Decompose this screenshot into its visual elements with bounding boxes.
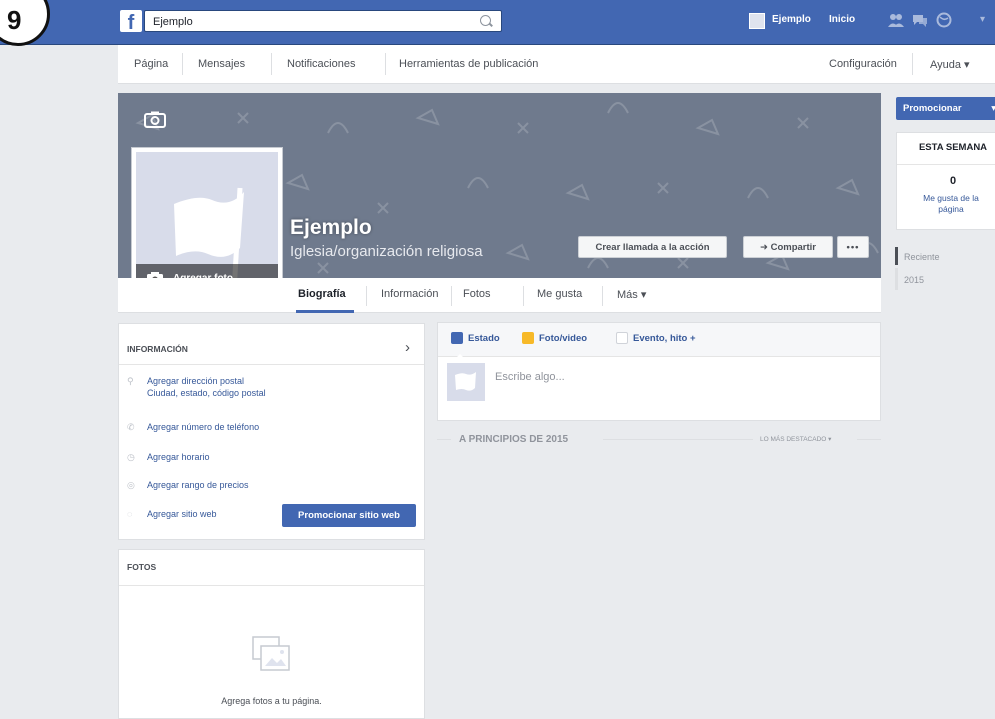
add-price-range-link[interactable]: Agregar rango de precios <box>147 480 249 490</box>
profile-picture-placeholder: Agregar foto <box>136 152 278 294</box>
promote-button[interactable]: Promocionar ▾ <box>896 97 995 120</box>
nav-divider <box>912 53 913 75</box>
composer-tab-photo-label: Foto/video <box>539 333 588 344</box>
nav-notifications[interactable]: Notificaciones <box>287 58 355 70</box>
add-phone-link[interactable]: Agregar número de teléfono <box>147 422 259 432</box>
clock-icon: ◷ <box>127 452 135 462</box>
photo-icon <box>522 332 534 344</box>
highlights-dropdown[interactable]: LO MÁS DESTACADO ▾ <box>760 435 831 443</box>
this-week-card: ESTA SEMANA 0 Me gusta de la página <box>896 132 995 230</box>
photos-card-title: FOTOS <box>127 562 157 572</box>
tab-photos[interactable]: Fotos <box>463 288 491 300</box>
nav-divider <box>182 53 183 75</box>
composer-tab-event[interactable]: Evento, hito + <box>616 332 696 344</box>
more-options-button[interactable]: ••• <box>837 236 869 258</box>
share-button[interactable]: ➜ Compartir <box>743 236 833 258</box>
nav-help[interactable]: Ayuda ▾ <box>930 58 970 71</box>
composer-tab-photo-video[interactable]: Foto/video <box>522 332 588 344</box>
tab-divider <box>523 286 524 306</box>
profile-picture[interactable]: Agregar foto <box>131 147 283 299</box>
post-composer: Estado Foto/video Evento, hito + Escribe… <box>437 322 881 421</box>
timeline-nav-marker <box>895 268 898 290</box>
divider <box>119 585 424 586</box>
photos-empty-icon <box>252 636 290 671</box>
facebook-logo-icon[interactable]: f <box>120 10 142 34</box>
tab-likes[interactable]: Me gusta <box>537 288 582 300</box>
cover-camera-icon[interactable] <box>144 111 166 128</box>
add-address-link[interactable]: Agregar dirección postal <box>147 376 244 386</box>
timeline-nav-year[interactable]: 2015 <box>904 275 924 285</box>
this-week-title: ESTA SEMANA <box>918 142 988 153</box>
search-box[interactable] <box>144 10 502 32</box>
promote-website-button[interactable]: Promocionar sitio web <box>282 504 416 527</box>
tab-timeline[interactable]: Biografía <box>298 288 346 300</box>
page-name[interactable]: Ejemplo <box>290 216 372 240</box>
step-number: 9 <box>7 5 22 35</box>
flag-icon <box>455 372 476 391</box>
home-link[interactable]: Inicio <box>829 14 855 25</box>
user-name-link[interactable]: Ejemplo <box>772 14 811 25</box>
tab-about[interactable]: Información <box>381 288 438 300</box>
divider <box>857 439 881 440</box>
nav-settings[interactable]: Configuración <box>829 58 897 70</box>
location-pin-icon: ⚲ <box>127 376 134 386</box>
active-tab-indicator <box>296 310 354 313</box>
composer-input[interactable]: Escribe algo... <box>495 371 565 383</box>
timeline-nav-recent[interactable]: Reciente <box>904 252 940 262</box>
price-icon: ◎ <box>127 480 135 490</box>
composer-tab-status-label: Estado <box>468 333 500 344</box>
nav-publishing-tools[interactable]: Herramientas de publicación <box>399 58 538 70</box>
photos-card: FOTOS Agrega fotos a tu página. <box>118 549 425 719</box>
create-call-to-action-button[interactable]: Crear llamada a la acción <box>578 236 727 258</box>
address-hint[interactable]: Ciudad, estado, código postal <box>147 388 266 398</box>
divider <box>603 439 753 440</box>
page-admin-nav: Página Mensajes Notificaciones Herramien… <box>118 45 995 84</box>
add-photos-hint[interactable]: Agrega fotos a tu página. <box>119 696 424 706</box>
composer-tab-event-label: Evento, hito + <box>633 333 696 344</box>
phone-icon: ✆ <box>127 422 135 432</box>
chevron-down-icon: ▾ <box>991 103 995 114</box>
active-tab-caret <box>454 354 466 360</box>
nav-page[interactable]: Página <box>134 58 168 70</box>
nav-divider <box>271 53 272 75</box>
tab-more[interactable]: Más ▾ <box>617 288 646 301</box>
tab-divider <box>366 286 367 306</box>
about-card-header[interactable]: INFORMACIÓN › <box>119 324 424 365</box>
composer-tab-status[interactable]: Estado <box>451 332 500 344</box>
nav-messages[interactable]: Mensajes <box>198 58 245 70</box>
chevron-right-icon[interactable]: › <box>405 339 410 356</box>
globe-icon: ◌ <box>127 509 133 519</box>
messages-icon[interactable] <box>911 12 929 28</box>
friends-icon[interactable] <box>887 12 905 28</box>
page-category[interactable]: Iglesia/organización religiosa <box>290 243 483 260</box>
divider <box>437 439 451 440</box>
nav-divider <box>385 53 386 75</box>
search-icon[interactable] <box>480 15 491 26</box>
add-hours-link[interactable]: Agregar horario <box>147 452 210 462</box>
search-input[interactable] <box>151 13 455 31</box>
pencil-icon <box>451 332 463 344</box>
page-likes-link[interactable]: Me gusta de la página <box>911 193 991 215</box>
about-card-title: INFORMACIÓN <box>127 344 188 354</box>
promote-button-label: Promocionar <box>903 103 962 114</box>
add-website-link[interactable]: Agregar sitio web <box>147 509 217 519</box>
timeline-section-heading: A PRINCIPIOS DE 2015 <box>459 434 569 445</box>
composer-avatar <box>447 363 485 401</box>
tab-divider <box>451 286 452 306</box>
page-likes-count: 0 <box>949 175 957 187</box>
tab-divider <box>602 286 603 306</box>
calendar-icon <box>616 332 628 344</box>
timeline-nav-marker <box>895 247 898 265</box>
divider <box>897 164 995 165</box>
timeline-tab-bar: Biografía Información Fotos Me gusta Más… <box>118 278 881 313</box>
composer-tabs: Estado Foto/video Evento, hito + <box>438 323 880 360</box>
about-info-card: INFORMACIÓN › ⚲ Agregar dirección postal… <box>118 323 425 540</box>
user-avatar[interactable] <box>749 13 765 29</box>
notifications-globe-icon[interactable] <box>935 12 953 28</box>
account-menu-chevron-icon[interactable]: ▾ <box>980 14 985 25</box>
